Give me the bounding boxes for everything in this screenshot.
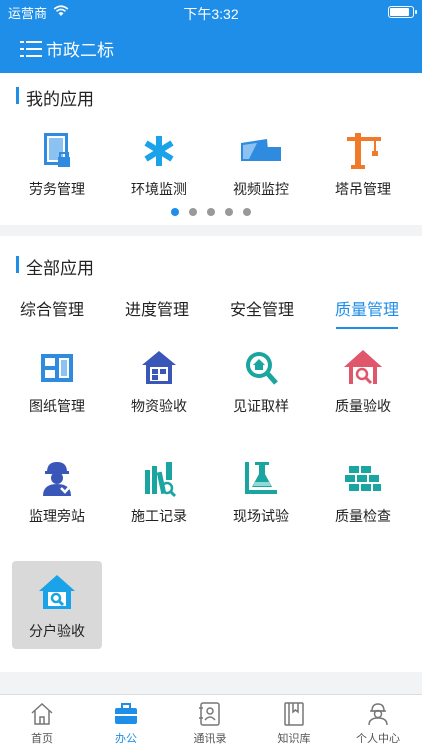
tab-office[interactable]: 办公 bbox=[84, 701, 168, 746]
tab-quality[interactable]: 质量管理 bbox=[322, 296, 412, 329]
house-check-icon bbox=[39, 575, 75, 609]
app-label: 劳务管理 bbox=[29, 181, 85, 197]
app-label: 分户验收 bbox=[29, 623, 85, 639]
briefcase-icon bbox=[115, 703, 137, 724]
bottom-tab-bar: 首页 办公 通讯录 知识库 个人中心 bbox=[0, 694, 422, 750]
category-tabs: 综合管理 进度管理 安全管理 质量管理 bbox=[0, 296, 422, 329]
app-label: 塔吊管理 bbox=[335, 181, 391, 197]
battery-icon bbox=[388, 6, 417, 18]
tab-knowledge[interactable]: 知识库 bbox=[252, 701, 336, 746]
tab-label: 知识库 bbox=[277, 733, 311, 745]
app-sampling[interactable]: 见证取样 bbox=[216, 348, 306, 416]
app-crane[interactable]: 塔吊管理 bbox=[318, 131, 408, 199]
app-quality-check[interactable]: 质量检查 bbox=[318, 458, 408, 526]
app-label: 图纸管理 bbox=[29, 398, 85, 414]
labor-icon bbox=[44, 133, 70, 167]
my-apps-title: 我的应用 bbox=[16, 85, 94, 110]
app-label: 质量检查 bbox=[335, 508, 391, 524]
tab-label: 办公 bbox=[115, 733, 137, 745]
app-label: 监理旁站 bbox=[29, 508, 85, 524]
page-dot[interactable] bbox=[171, 208, 179, 216]
warehouse-icon bbox=[142, 351, 176, 384]
tab-safety[interactable]: 安全管理 bbox=[217, 296, 307, 320]
drawing-icon bbox=[41, 354, 73, 382]
page-dot[interactable] bbox=[207, 208, 215, 216]
flask-icon bbox=[245, 462, 277, 494]
tab-general[interactable]: 综合管理 bbox=[7, 296, 97, 320]
page-dot[interactable] bbox=[225, 208, 233, 216]
crane-icon bbox=[347, 133, 381, 169]
home-icon bbox=[31, 702, 53, 725]
app-header: 运营商 下午3:32 市政二标 bbox=[0, 0, 422, 73]
tab-profile[interactable]: 个人中心 bbox=[336, 701, 420, 746]
app-label: 视频监控 bbox=[233, 181, 289, 197]
app-materials[interactable]: 物资验收 bbox=[114, 348, 204, 416]
tab-home[interactable]: 首页 bbox=[0, 701, 84, 746]
app-quality-accept[interactable]: 质量验收 bbox=[318, 348, 408, 416]
tab-progress[interactable]: 进度管理 bbox=[112, 296, 202, 320]
status-bar: 运营商 下午3:32 bbox=[0, 0, 422, 24]
tab-contacts[interactable]: 通讯录 bbox=[168, 701, 252, 746]
all-apps-title: 全部应用 bbox=[16, 254, 94, 279]
app-supervision[interactable]: 监理旁站 bbox=[12, 458, 102, 526]
app-unit-accept[interactable]: 分户验收 bbox=[12, 561, 102, 649]
app-label: 现场试验 bbox=[233, 508, 289, 524]
app-drawings[interactable]: 图纸管理 bbox=[12, 348, 102, 416]
app-label: 质量验收 bbox=[335, 398, 391, 414]
page-dot[interactable] bbox=[189, 208, 197, 216]
page-title: 市政二标 bbox=[46, 41, 114, 60]
house-search-icon bbox=[344, 350, 382, 385]
book-icon bbox=[284, 702, 304, 726]
app-label: 物资验收 bbox=[131, 398, 187, 414]
app-label: 施工记录 bbox=[131, 508, 187, 524]
tab-label: 通讯录 bbox=[193, 733, 227, 745]
menu-icon[interactable] bbox=[20, 40, 42, 58]
worker-icon bbox=[43, 462, 73, 496]
app-construction-log[interactable]: 施工记录 bbox=[114, 458, 204, 526]
app-field-test[interactable]: 现场试验 bbox=[216, 458, 306, 526]
person-icon bbox=[368, 703, 388, 726]
app-label: 见证取样 bbox=[233, 398, 289, 414]
page-indicator[interactable] bbox=[0, 208, 422, 216]
all-apps-section: 全部应用 综合管理 进度管理 安全管理 质量管理 图纸管理 物资验收 见证取样 bbox=[0, 236, 422, 672]
contacts-icon bbox=[199, 702, 220, 726]
bricks-icon bbox=[345, 466, 381, 491]
books-icon bbox=[145, 462, 177, 498]
app-environment[interactable]: 环境监测 bbox=[114, 131, 204, 199]
tab-label: 个人中心 bbox=[356, 733, 400, 745]
clock: 下午3:32 bbox=[183, 6, 239, 22]
app-labor[interactable]: 劳务管理 bbox=[12, 131, 102, 199]
app-label: 环境监测 bbox=[131, 181, 187, 197]
asterisk-icon bbox=[144, 136, 174, 166]
magnifier-house-icon bbox=[246, 352, 278, 385]
camera-icon bbox=[241, 139, 281, 161]
my-apps-section: 我的应用 劳务管理 环境监测 视频监控 塔吊管理 bbox=[0, 73, 422, 225]
app-video[interactable]: 视频监控 bbox=[216, 131, 306, 199]
tab-label: 首页 bbox=[31, 733, 53, 745]
page-dot[interactable] bbox=[243, 208, 251, 216]
